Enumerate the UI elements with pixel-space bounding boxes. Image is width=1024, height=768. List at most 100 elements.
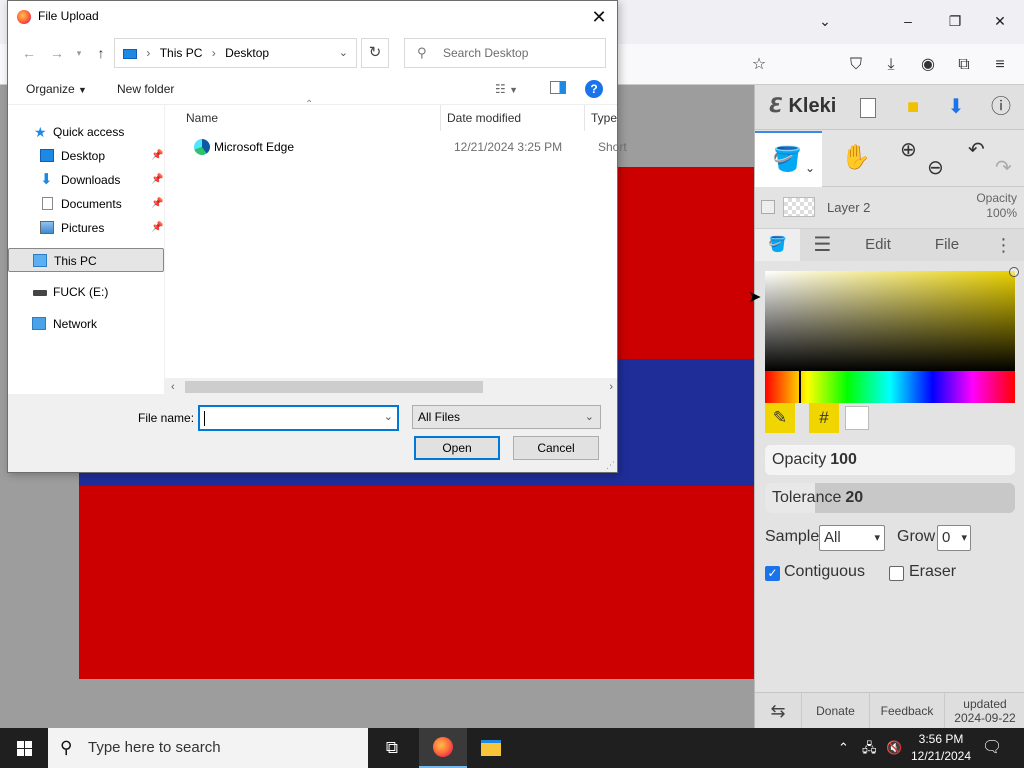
nav-item-quick-access[interactable]: ★ Quick access xyxy=(8,120,164,144)
system-clock[interactable]: 3:56 PM 12/21/2024 xyxy=(906,731,976,765)
volume-muted-icon[interactable]: 🔇 xyxy=(886,728,902,768)
cancel-button[interactable]: Cancel xyxy=(513,436,599,460)
downloads-icon[interactable]: ⤓ xyxy=(880,54,902,76)
secondary-color-swatch[interactable] xyxy=(845,406,869,430)
canvas-red-band-bottom[interactable] xyxy=(79,486,754,679)
tab-edit[interactable]: Edit xyxy=(850,229,906,261)
nav-item-pictures[interactable]: Pictures 📌 xyxy=(8,216,164,240)
nav-item-downloads[interactable]: ⬇ Downloads 📌 xyxy=(8,168,164,192)
bookmark-star-icon[interactable]: ☆ xyxy=(748,54,770,76)
paint-bucket-icon: 🪣 xyxy=(768,236,787,253)
nav-item-network[interactable]: Network xyxy=(8,312,164,336)
help-icon[interactable]: ⓘ xyxy=(986,92,1016,122)
nav-item-this-pc[interactable]: This PC xyxy=(8,248,164,272)
donate-button[interactable]: Donate xyxy=(801,693,869,729)
address-dropdown-icon[interactable]: ⌄ xyxy=(339,39,348,67)
address-bar[interactable]: › This PC › Desktop ⌄ xyxy=(114,38,357,68)
tab-file[interactable]: File xyxy=(919,229,975,261)
chevron-down-icon[interactable]: ⌄ xyxy=(814,10,836,32)
open-folder-icon[interactable]: ■ xyxy=(898,92,928,122)
preview-pane-icon[interactable] xyxy=(550,81,566,94)
hue-slider-marker[interactable] xyxy=(799,371,801,403)
color-picker-marker[interactable] xyxy=(1009,267,1019,277)
back-arrow-icon[interactable]: ← xyxy=(18,42,40,64)
taskbar-search-input[interactable]: ⚲ Type here to search xyxy=(48,728,368,768)
horizontal-scrollbar[interactable]: ‹ › xyxy=(165,378,617,396)
layer-row[interactable]: Layer 2 Opacity 100% xyxy=(755,187,1024,229)
layer-visibility-checkbox[interactable] xyxy=(761,200,775,214)
save-download-icon[interactable]: ⬇ xyxy=(941,92,971,122)
column-separator[interactable] xyxy=(440,105,441,131)
column-header-name[interactable]: Name xyxy=(186,111,218,125)
new-image-icon[interactable] xyxy=(853,92,883,122)
dialog-close-icon[interactable]: ✕ xyxy=(587,5,611,29)
fill-bucket-tool[interactable]: 🪣 ⌄ xyxy=(755,131,822,187)
feedback-button[interactable]: Feedback xyxy=(869,693,944,729)
tolerance-slider[interactable]: Tolerance 20 xyxy=(765,483,1015,513)
file-name-input[interactable]: ⌄ xyxy=(198,405,399,431)
account-icon[interactable]: ◉ xyxy=(917,54,939,76)
column-header-type[interactable]: Type xyxy=(591,111,617,125)
task-view-icon[interactable]: ⧉ xyxy=(368,728,416,768)
refresh-icon[interactable]: ↻ xyxy=(361,38,389,68)
chevron-down-icon[interactable]: ⌄ xyxy=(384,410,393,423)
color-picker-field[interactable] xyxy=(765,267,1019,371)
help-icon[interactable]: ? xyxy=(585,80,603,98)
view-options-icon[interactable]: ☷ ▼ xyxy=(495,82,518,96)
hand-tool-icon[interactable]: ✋ xyxy=(841,143,871,172)
forward-arrow-icon[interactable]: → xyxy=(46,42,68,64)
updated-info[interactable]: updated 2024-09-22 xyxy=(944,693,1024,729)
eraser-checkbox[interactable] xyxy=(889,566,904,581)
download-icon: ⬇ xyxy=(40,171,53,188)
tab-fill[interactable]: 🪣 xyxy=(755,229,800,261)
scroll-left-icon[interactable]: ‹ xyxy=(171,378,175,396)
resize-grip-icon[interactable]: ⋰ xyxy=(606,460,615,471)
breadcrumb-this-pc[interactable]: This PC xyxy=(160,46,203,60)
extensions-icon[interactable]: ⧉ xyxy=(953,54,975,76)
menu-icon[interactable]: ≡ xyxy=(989,54,1011,76)
sample-select[interactable]: All ▾ xyxy=(819,525,885,551)
show-hidden-icons-icon[interactable]: ⌃ xyxy=(838,728,849,768)
zoom-out-icon[interactable]: ⊖ xyxy=(927,155,944,180)
zoom-in-icon[interactable]: ⊕ xyxy=(900,137,917,162)
file-explorer-icon[interactable] xyxy=(467,728,515,768)
kleki-logo[interactable]: ℇ Kleki xyxy=(769,93,836,118)
file-row-microsoft-edge[interactable]: Microsoft Edge 12/21/2024 3:25 PM Short xyxy=(175,137,627,157)
recent-locations-icon[interactable]: ▾ xyxy=(72,42,86,64)
nav-item-documents[interactable]: Documents 📌 xyxy=(8,192,164,216)
contiguous-checkbox[interactable]: ✓ xyxy=(765,566,780,581)
nav-item-drive-e[interactable]: FUCK (E:) xyxy=(8,280,164,304)
more-options-icon[interactable]: ⋮ xyxy=(991,229,1016,261)
column-separator[interactable] xyxy=(584,105,585,131)
column-header-date-modified[interactable]: Date modified xyxy=(447,111,521,125)
opacity-slider[interactable]: Opacity 100 xyxy=(765,445,1015,475)
scroll-right-icon[interactable]: › xyxy=(609,378,613,396)
notifications-icon[interactable]: 🗨 xyxy=(982,728,1002,768)
hex-input-button[interactable]: # xyxy=(809,403,839,433)
undo-icon[interactable]: ↶ xyxy=(968,137,985,162)
open-button[interactable]: Open xyxy=(414,436,500,460)
firefox-taskbar-icon[interactable] xyxy=(419,728,467,768)
maximize-icon[interactable]: ❐ xyxy=(944,10,966,32)
scrollbar-thumb[interactable] xyxy=(185,381,483,393)
pocket-icon[interactable]: ⛉ xyxy=(845,54,867,76)
up-arrow-icon[interactable]: ↑ xyxy=(90,42,112,64)
hue-slider[interactable] xyxy=(765,371,1015,403)
file-type-select[interactable]: All Files ⌄ xyxy=(412,405,601,429)
chevron-down-icon[interactable]: ⌄ xyxy=(805,161,815,175)
swap-side-icon[interactable]: ⇆ xyxy=(755,693,801,729)
search-desktop-input[interactable]: ⚲ Search Desktop xyxy=(404,38,606,68)
eyedropper-icon[interactable]: ✎ xyxy=(765,403,795,433)
windows-start-icon[interactable] xyxy=(0,728,48,768)
close-icon[interactable]: ✕ xyxy=(989,10,1011,32)
new-folder-button[interactable]: New folder xyxy=(117,82,174,96)
tab-layers[interactable]: ☰ xyxy=(800,229,845,261)
grow-select[interactable]: 0 ▾ xyxy=(937,525,971,551)
network-status-icon[interactable]: 🖧 xyxy=(862,728,877,768)
redo-icon[interactable]: ↷ xyxy=(995,155,1012,180)
breadcrumb-desktop[interactable]: Desktop xyxy=(225,46,269,60)
nav-item-desktop[interactable]: Desktop 📌 xyxy=(8,144,164,168)
organize-button[interactable]: Organize ▼ xyxy=(26,82,87,96)
minimize-icon[interactable]: – xyxy=(897,10,919,32)
kleki-logo-mark-icon: ℇ xyxy=(769,95,783,117)
